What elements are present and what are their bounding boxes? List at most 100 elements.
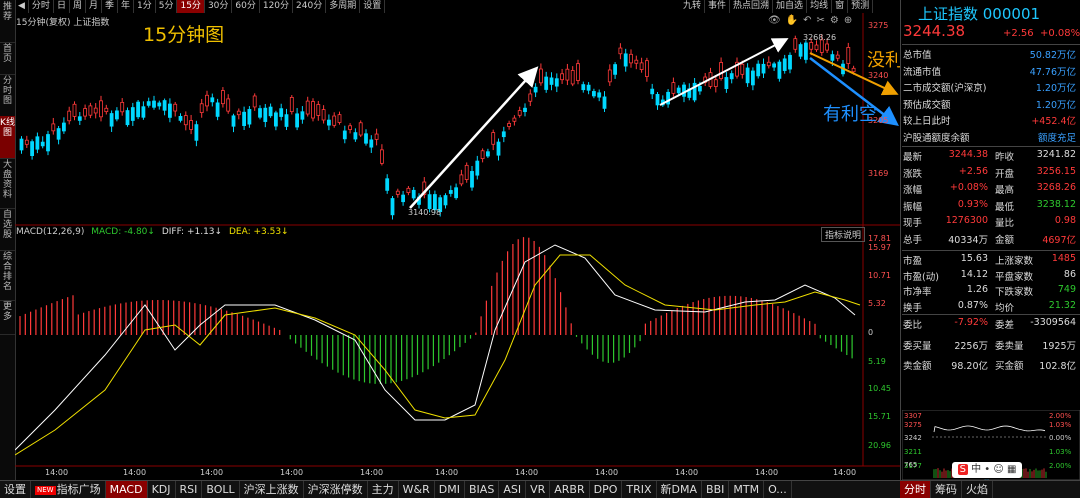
- indicator-tab-label: 设置: [4, 483, 26, 496]
- toolbar-right-0[interactable]: 九转: [680, 0, 706, 13]
- period-tab-15[interactable]: 设置: [360, 0, 386, 13]
- indicator-tab-14[interactable]: ARBR: [550, 481, 590, 498]
- summary-value: 50.82万亿: [1029, 50, 1076, 61]
- panel-row: 市盈 15.63 上涨家数 1485: [903, 253, 1078, 269]
- kline-chart[interactable]: 327532403205316917.8115.9710.715.3205.19…: [15, 13, 900, 480]
- summary-value: +452.4亿: [1031, 116, 1076, 127]
- sidebar-item-recommend[interactable]: 推荐: [0, 0, 15, 43]
- high-price-label: 3268.26: [803, 33, 837, 42]
- quote-label: 最新: [903, 152, 923, 163]
- period-tab-9[interactable]: 15分: [177, 0, 205, 13]
- order-label: 委比: [903, 320, 923, 331]
- panel-row: 振幅 0.93% 最低 3238.12: [903, 199, 1078, 215]
- mini-price-tick: 3307: [904, 412, 922, 420]
- panel-row: 最新 3244.38 昨收 3241.82: [903, 149, 1078, 165]
- period-tab-2[interactable]: 日: [54, 0, 70, 13]
- summary-value: 47.76万亿: [1029, 66, 1076, 78]
- stat-label: 市盈: [903, 256, 923, 267]
- indicator-tab-16[interactable]: TRIX: [622, 481, 657, 498]
- mini-price-tick: 3211: [904, 448, 922, 456]
- quote-value: 3244.38: [948, 149, 988, 160]
- sidebar-item-home[interactable]: 首页: [0, 42, 15, 75]
- indicator-tab-5[interactable]: BOLL: [202, 481, 240, 498]
- period-tab-7[interactable]: 1分: [134, 0, 156, 13]
- time-tick: 14:00: [595, 468, 618, 477]
- indicator-tab-10[interactable]: DMI: [435, 481, 465, 498]
- order-value: 2256万: [954, 340, 988, 352]
- indicator-tab-label: 主力: [371, 483, 394, 496]
- panel-row: 沪股通额度余额 额度充足: [903, 130, 1078, 146]
- indicator-tab-18[interactable]: BBI: [702, 481, 730, 498]
- period-tab-14[interactable]: 多周期: [326, 0, 361, 13]
- sidebar-item-market-data[interactable]: 大盘资料: [0, 158, 15, 209]
- period-tab-3[interactable]: 周: [70, 0, 86, 13]
- diff-value: DIFF: +1.13↓: [161, 227, 223, 237]
- indicator-tab-11[interactable]: BIAS: [465, 481, 500, 498]
- indicator-tab-label: MACD: [109, 483, 143, 496]
- period-tab-4[interactable]: 月: [86, 0, 102, 13]
- stat-value: 749: [1057, 284, 1076, 295]
- quote-value: 3241.82: [1036, 149, 1076, 160]
- order-value: -7.92%: [954, 317, 988, 328]
- sogou-ime-bar[interactable]: S 中 • ☺ ▦ 👕: [952, 462, 1022, 491]
- time-tick: 14:00: [45, 468, 68, 477]
- right-tab-1[interactable]: 筹码: [931, 481, 962, 498]
- toolbar-right-6[interactable]: 预测: [848, 0, 874, 13]
- indicator-tab-4[interactable]: RSI: [176, 481, 203, 498]
- period-tab-12[interactable]: 120分: [260, 0, 294, 13]
- toolbar-right-2[interactable]: 热点回溯: [730, 0, 774, 13]
- stat-label: 上涨家数: [995, 256, 1034, 267]
- sidebar-item-kline[interactable]: K线图: [0, 116, 15, 159]
- left-sidebar: 推荐 首页 分时图 K线图 大盘资料 自选股 综合排名 更多: [0, 0, 16, 480]
- period-tab-11[interactable]: 60分: [232, 0, 260, 13]
- period-tab-0[interactable]: ◀: [15, 0, 29, 13]
- toolbar-right-4[interactable]: 均线: [807, 0, 833, 13]
- order-label: 卖金额: [903, 361, 932, 372]
- period-tab-6[interactable]: 年: [118, 0, 135, 13]
- indicator-tab-13[interactable]: VR: [526, 481, 551, 498]
- indicator-tab-15[interactable]: DPO: [590, 481, 623, 498]
- indicator-explain-button[interactable]: 指标说明: [821, 227, 866, 242]
- indicator-tab-0[interactable]: 设置: [0, 481, 31, 498]
- time-tick: 14:00: [200, 468, 223, 477]
- new-badge: NEW: [35, 485, 56, 495]
- sidebar-item-watchlist[interactable]: 自选股: [0, 208, 15, 251]
- period-tab-10[interactable]: 30分: [205, 0, 233, 13]
- stat-label: 换手: [903, 302, 923, 314]
- indicator-tab-12[interactable]: ASI: [499, 481, 527, 498]
- indicator-tab-2[interactable]: MACD: [105, 481, 148, 498]
- right-tab-2[interactable]: 火焰: [962, 481, 993, 498]
- stat-label: 平盘家数: [995, 271, 1034, 283]
- indicator-tab-3[interactable]: KDJ: [148, 481, 176, 498]
- summary-value: 1.20万亿: [1035, 83, 1076, 94]
- indicator-tab-1[interactable]: NEW 指标广场: [31, 481, 106, 498]
- sidebar-item-ranking[interactable]: 综合排名: [0, 250, 15, 301]
- quote-label: 总手: [903, 234, 923, 246]
- indicator-tab-19[interactable]: MTM: [729, 481, 765, 498]
- macd-header: MACD(12,26,9) MACD: -4.80↓ DIFF: +1.13↓ …: [16, 227, 289, 237]
- indicator-tab-8[interactable]: 主力: [368, 481, 399, 498]
- indicator-tab-20[interactable]: O...: [764, 481, 792, 498]
- period-tab-8[interactable]: 5分: [156, 0, 178, 13]
- period-tab-5[interactable]: 季: [102, 0, 118, 13]
- sogou-icon: S: [957, 464, 968, 475]
- summary-label: 沪股通额度余额: [903, 132, 970, 144]
- indicator-tab-7[interactable]: 沪深涨停数: [304, 481, 368, 498]
- stat-value: 14.12: [960, 268, 988, 280]
- indicator-tab-9[interactable]: W&R: [399, 481, 435, 498]
- sidebar-item-timeshare[interactable]: 分时图: [0, 74, 15, 117]
- panel-row: 市盈(动) 14.12 平盘家数 86: [903, 269, 1078, 285]
- right-tab-0[interactable]: 分时: [900, 481, 931, 498]
- toolbar-right-5[interactable]: 窗: [832, 0, 849, 13]
- period-tab-1[interactable]: 分时: [29, 0, 54, 13]
- quote-label: 涨跌: [903, 168, 923, 180]
- period-tab-13[interactable]: 240分: [293, 0, 327, 13]
- order-label: 委买量: [903, 340, 932, 352]
- quote-label: 开盘: [995, 168, 1015, 180]
- macd-value: MACD: -4.80↓: [91, 227, 155, 237]
- indicator-tab-17[interactable]: 新DMA: [657, 481, 703, 498]
- toolbar-right-1[interactable]: 事件: [705, 0, 731, 13]
- indicator-tab-6[interactable]: 沪深上涨数: [240, 481, 304, 498]
- sidebar-item-more[interactable]: 更多: [0, 300, 15, 335]
- toolbar-right-3[interactable]: 加自选: [773, 0, 808, 13]
